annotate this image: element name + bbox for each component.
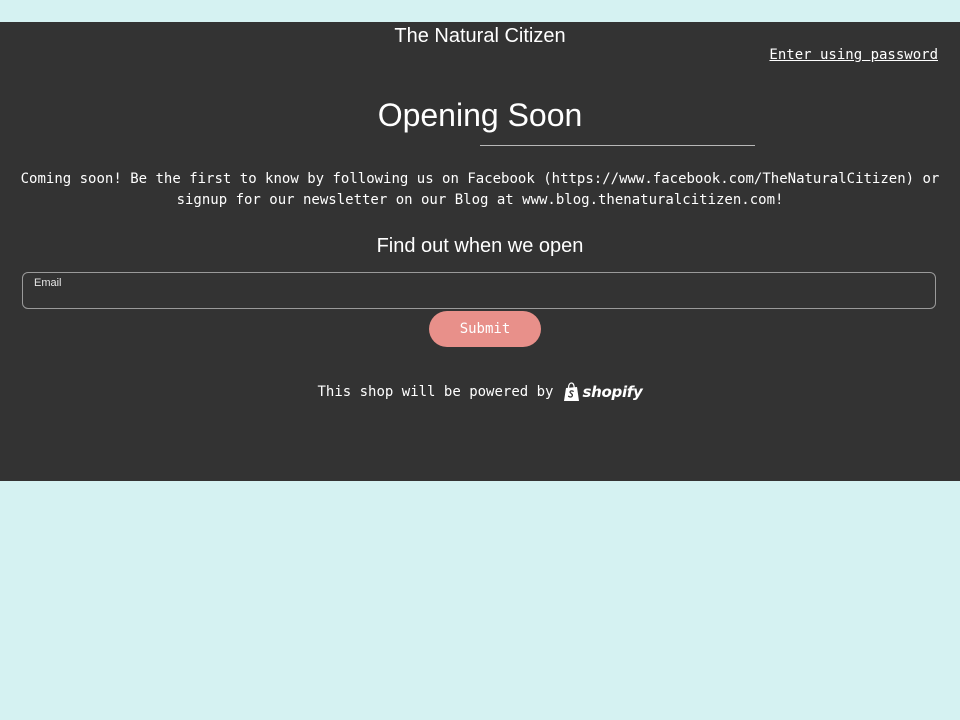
shopify-bag-icon [563, 382, 580, 402]
email-label: Email [34, 277, 62, 289]
powered-by: This shop will be powered by shopify [0, 380, 960, 404]
powered-by-text: This shop will be powered by [317, 384, 554, 400]
submit-button[interactable]: Submit [429, 311, 541, 347]
email-input[interactable] [34, 291, 914, 307]
title-divider [480, 145, 755, 146]
password-page-panel: The Natural Citizen Enter using password… [0, 22, 960, 481]
enter-using-password-link[interactable]: Enter using password [769, 46, 938, 64]
page-title: Opening Soon [377, 97, 583, 133]
email-field[interactable]: Email [22, 272, 936, 309]
shopify-logo[interactable]: shopify [563, 382, 643, 402]
store-name: The Natural Citizen [394, 25, 566, 47]
shopify-wordmark: shopify [582, 383, 643, 401]
opening-message: Coming soon! Be the first to know by fol… [20, 171, 940, 208]
newsletter-heading: Find out when we open [376, 235, 584, 257]
